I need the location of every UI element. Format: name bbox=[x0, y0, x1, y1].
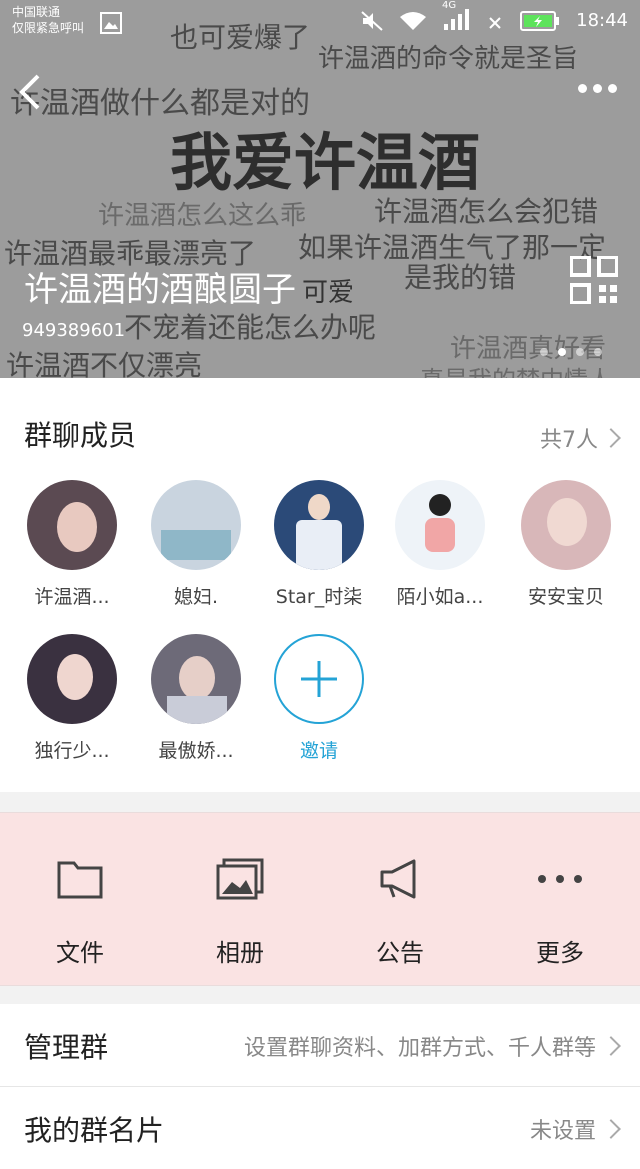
member-name: 最傲娇... bbox=[158, 740, 234, 762]
member-name: Star_时柒 bbox=[275, 586, 363, 608]
banner-text: 是我的错 bbox=[404, 261, 517, 294]
members-section: 群聊成员 共7人 许温酒... 媳妇. Star_时柒 陌小如a... 安安宝贝… bbox=[0, 378, 640, 792]
banner-text: 许温酒不仅漂亮 bbox=[6, 349, 203, 378]
dot-icon bbox=[578, 83, 587, 93]
no-sim-icon bbox=[489, 17, 501, 29]
member-item[interactable]: 媳妇. bbox=[136, 480, 256, 609]
status-bar: 中国联通 仅限紧急呼叫 4G 18:44 bbox=[0, 0, 640, 44]
carrier-status: 仅限紧急呼叫 bbox=[12, 21, 85, 35]
manage-group-hint: 设置群聊资料、加群方式、千人群等 bbox=[243, 1036, 596, 1061]
action-label: 更多 bbox=[536, 939, 584, 967]
chevron-right-icon bbox=[601, 1119, 621, 1139]
more-icon bbox=[538, 875, 582, 883]
group-id: 949389601 bbox=[22, 320, 126, 341]
announcement-button[interactable]: 公告 bbox=[320, 853, 480, 968]
members-count-link[interactable]: 共7人 bbox=[540, 422, 621, 454]
folder-icon bbox=[57, 861, 103, 899]
my-group-card-value: 未设置 bbox=[529, 1119, 596, 1144]
group-banner: 也可爱爆了 许温酒的命令就是圣旨 许温酒做什么都是对的 我爱许温酒 许温酒怎么这… bbox=[0, 0, 640, 378]
member-name: 许温酒... bbox=[34, 586, 110, 608]
page-dot bbox=[540, 348, 548, 356]
album-button[interactable]: 相册 bbox=[160, 853, 320, 968]
page-dot bbox=[576, 348, 584, 356]
member-item[interactable]: 最傲娇... bbox=[136, 634, 256, 763]
banner-text: 许温酒怎么会犯错 bbox=[374, 195, 599, 228]
page-dot bbox=[594, 348, 602, 356]
group-name-suffix: 可爱 bbox=[302, 278, 355, 308]
member-item[interactable]: 安安宝贝 bbox=[506, 480, 626, 609]
avatar bbox=[274, 480, 364, 570]
carrier-label: 中国联通 仅限紧急呼叫 bbox=[12, 4, 84, 36]
avatar bbox=[151, 634, 241, 724]
network-type: 4G bbox=[442, 0, 457, 11]
banner-text: 不宠着还能怎么办呢 bbox=[124, 311, 377, 344]
banner-text: 许温酒怎么这么乖 bbox=[98, 201, 307, 231]
invite-button[interactable]: 邀请 bbox=[259, 634, 379, 763]
back-arrow-icon bbox=[19, 74, 40, 110]
banner-text: 我爱许温酒 bbox=[170, 126, 481, 199]
members-title: 群聊成员 bbox=[24, 419, 137, 452]
invite-circle bbox=[274, 634, 364, 724]
dot-icon bbox=[593, 83, 602, 93]
avatar bbox=[151, 480, 241, 570]
carrier-name: 中国联通 bbox=[12, 5, 61, 19]
battery-icon bbox=[520, 11, 559, 31]
more-options-button[interactable] bbox=[578, 76, 622, 100]
banner-page-indicator bbox=[540, 348, 602, 356]
chevron-right-icon bbox=[601, 1036, 621, 1056]
member-name: 安安宝贝 bbox=[527, 586, 604, 608]
quick-actions: 文件 相册 公告 更多 bbox=[0, 812, 640, 986]
mute-icon bbox=[361, 11, 383, 31]
image-icon bbox=[100, 12, 122, 34]
signal-icon: 4G bbox=[442, 0, 472, 34]
status-icons: 4G bbox=[360, 0, 560, 34]
album-icon bbox=[216, 858, 264, 900]
page-dot-active bbox=[558, 348, 566, 356]
files-button[interactable]: 文件 bbox=[0, 853, 160, 968]
back-button[interactable] bbox=[14, 72, 48, 112]
manage-group-row[interactable]: 管理群 设置群聊资料、加群方式、千人群等 bbox=[0, 1004, 640, 1086]
manage-group-label: 管理群 bbox=[24, 1031, 109, 1064]
action-label: 文件 bbox=[56, 939, 104, 967]
plus-icon bbox=[301, 661, 337, 697]
action-label: 相册 bbox=[216, 939, 264, 967]
clock: 18:44 bbox=[576, 10, 628, 31]
my-group-card-label: 我的群名片 bbox=[24, 1114, 165, 1147]
members-count: 共7人 bbox=[540, 428, 598, 453]
member-name: 独行少... bbox=[34, 740, 110, 762]
wifi-icon bbox=[400, 12, 426, 30]
dot-icon bbox=[608, 83, 617, 93]
member-item[interactable]: 独行少... bbox=[12, 634, 132, 763]
member-item[interactable]: 陌小如a... bbox=[380, 480, 500, 609]
member-item[interactable]: 许温酒... bbox=[12, 480, 132, 609]
group-name[interactable]: 许温酒的酒酿圆子 可爱 bbox=[24, 262, 354, 311]
megaphone-icon bbox=[380, 859, 416, 899]
my-group-card-row[interactable]: 我的群名片 未设置 bbox=[0, 1087, 640, 1169]
banner-text: 真是我的梦中情人 bbox=[420, 360, 612, 378]
avatar bbox=[27, 480, 117, 570]
member-name: 陌小如a... bbox=[396, 586, 484, 608]
avatar bbox=[521, 480, 611, 570]
group-name-text: 许温酒的酒酿圆子 bbox=[24, 270, 296, 310]
member-name: 媳妇. bbox=[173, 586, 219, 608]
qr-code-icon bbox=[569, 255, 619, 305]
qr-code-button[interactable] bbox=[569, 255, 619, 305]
invite-label: 邀请 bbox=[299, 740, 338, 762]
more-button[interactable]: 更多 bbox=[480, 853, 640, 968]
avatar bbox=[395, 480, 485, 570]
member-item[interactable]: Star_时柒 bbox=[259, 480, 379, 609]
avatar bbox=[27, 634, 117, 724]
chevron-right-icon bbox=[601, 428, 621, 448]
action-label: 公告 bbox=[376, 939, 424, 967]
